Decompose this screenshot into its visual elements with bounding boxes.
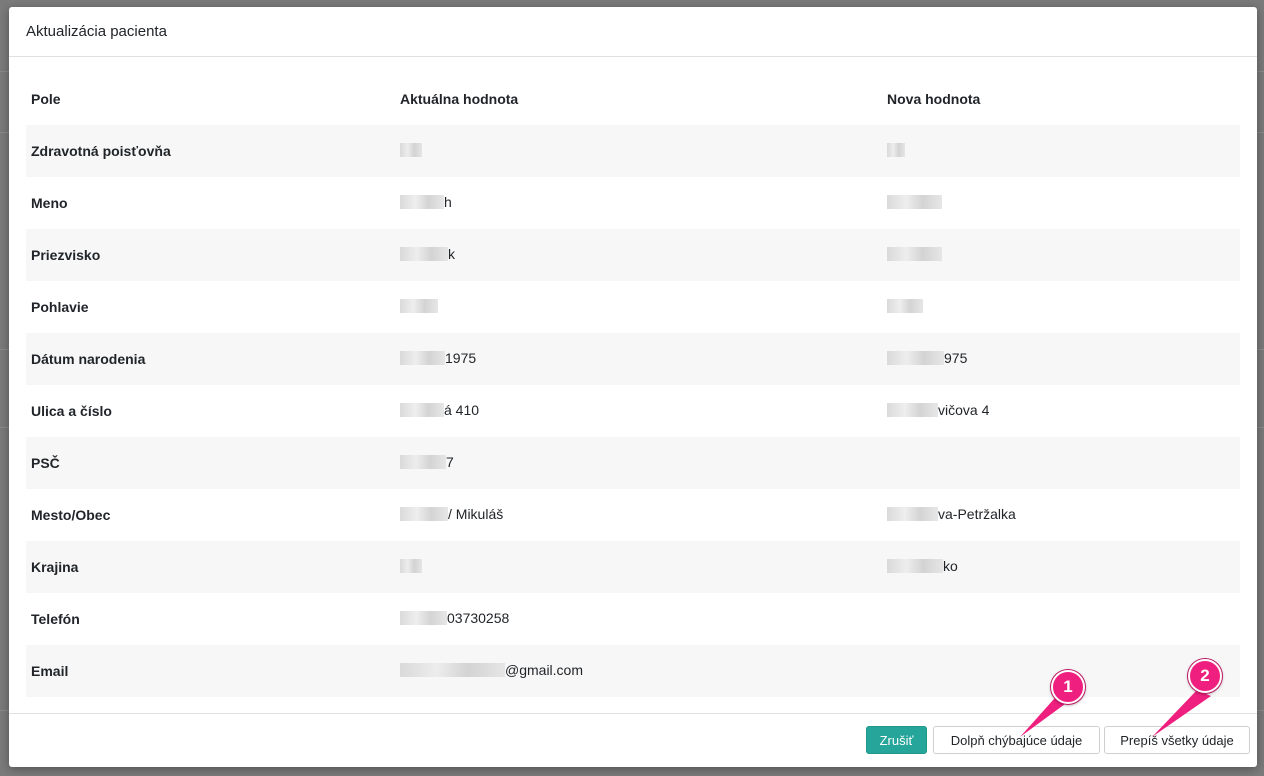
- overwrite-all-button[interactable]: Prepíš všetky údaje: [1104, 726, 1250, 754]
- table-row-country: Krajina ko: [26, 541, 1240, 593]
- redacted-value: [400, 142, 422, 157]
- callout-badge-1: 1: [1051, 670, 1085, 704]
- redacted-value: [400, 403, 444, 417]
- redacted-value: [887, 246, 942, 261]
- new-value-cell: [882, 437, 1240, 489]
- table-row-first-name: Meno h: [26, 177, 1240, 229]
- comparison-table-container: Pole Aktuálna hodnota Nova hodnota Zdrav…: [26, 73, 1240, 697]
- current-value-cell: 1975: [395, 333, 882, 385]
- field-label: PSČ: [26, 437, 395, 489]
- new-value: 975: [944, 350, 968, 366]
- current-value: h: [444, 194, 452, 210]
- redacted-value: [400, 195, 444, 209]
- redacted-value: [887, 351, 944, 365]
- dialog-footer: Zrušiť Dolpň chýbajúce údaje Prepíš všet…: [9, 713, 1257, 767]
- current-value: 1975: [445, 350, 477, 366]
- callout-badge-2: 2: [1188, 659, 1222, 693]
- redacted-value: [400, 611, 447, 625]
- redacted-value: [400, 558, 422, 573]
- redacted-value: [887, 298, 923, 313]
- field-label: Pohlavie: [31, 299, 89, 315]
- current-value-cell: [395, 281, 882, 333]
- redacted-value: [887, 403, 938, 417]
- redacted-value: [887, 507, 938, 521]
- field-label: Krajina: [26, 541, 395, 593]
- current-value-cell: 7: [395, 437, 882, 489]
- current-value: / Mikuláš: [448, 506, 504, 522]
- redacted-value: [887, 559, 943, 573]
- redacted-value: [887, 194, 942, 209]
- redacted-value: [400, 298, 438, 313]
- redacted-value: [400, 247, 448, 261]
- cancel-button[interactable]: Zrušiť: [866, 726, 927, 754]
- current-value: @gmail.com: [505, 662, 584, 678]
- new-value-cell: 975: [882, 333, 1240, 385]
- new-value-cell: [882, 177, 1240, 229]
- table-row-street: Ulica a číslo á 410 vičova 4: [26, 385, 1240, 437]
- redacted-value: [400, 351, 445, 365]
- current-value: 7: [446, 454, 454, 470]
- current-value-cell: á 410: [395, 385, 882, 437]
- column-header-new-value: Nova hodnota: [887, 91, 981, 107]
- new-value: va-Petržalka: [938, 506, 1016, 522]
- field-label: Email: [26, 645, 395, 697]
- redacted-value: [887, 142, 905, 157]
- field-label: Priezvisko: [26, 229, 395, 281]
- table-row-zip: PSČ 7: [26, 437, 1240, 489]
- field-label: Meno: [31, 195, 68, 211]
- new-value-cell: [882, 281, 1240, 333]
- current-value-cell: @gmail.com: [395, 645, 882, 697]
- current-value: 03730258: [447, 610, 510, 626]
- table-row-last-name: Priezvisko k: [26, 229, 1240, 281]
- table-row-insurance: Zdravotná poisťovňa: [26, 125, 1240, 177]
- table-row-birth-date: Dátum narodenia 1975 975: [26, 333, 1240, 385]
- new-value-cell: ko: [882, 541, 1240, 593]
- fill-missing-button[interactable]: Dolpň chýbajúce údaje: [933, 726, 1100, 754]
- current-value-cell: [395, 125, 882, 177]
- update-patient-dialog: Aktualizácia pacienta Pole Aktuálna hodn…: [9, 7, 1257, 767]
- dialog-header: Aktualizácia pacienta: [9, 7, 1257, 57]
- redacted-value: [400, 455, 446, 469]
- field-label: Telefón: [31, 611, 80, 627]
- field-label: Mesto/Obec: [31, 507, 111, 523]
- redacted-value: [400, 507, 448, 521]
- current-value: k: [448, 246, 455, 262]
- redacted-value: [400, 663, 505, 677]
- dialog-title: Aktualizácia pacienta: [26, 23, 167, 40]
- current-value: á 410: [444, 402, 480, 418]
- table-row-gender: Pohlavie: [26, 281, 1240, 333]
- current-value-cell: h: [395, 177, 882, 229]
- table-row-phone: Telefón 03730258: [26, 593, 1240, 645]
- new-value-cell: va-Petržalka: [882, 489, 1240, 541]
- column-header-current-value: Aktuálna hodnota: [400, 91, 519, 107]
- field-label: Zdravotná poisťovňa: [26, 125, 395, 177]
- current-value-cell: 03730258: [395, 593, 882, 645]
- new-value-cell: [882, 593, 1240, 645]
- current-value-cell: / Mikuláš: [395, 489, 882, 541]
- new-value-cell: [882, 125, 1240, 177]
- new-value: ko: [943, 558, 958, 574]
- new-value-cell: [882, 229, 1240, 281]
- column-header-field: Pole: [31, 91, 61, 107]
- comparison-table: Pole Aktuálna hodnota Nova hodnota Zdrav…: [26, 73, 1240, 697]
- table-row-city: Mesto/Obec / Mikuláš va-Petržalka: [26, 489, 1240, 541]
- current-value-cell: k: [395, 229, 882, 281]
- current-value-cell: [395, 541, 882, 593]
- field-label: Dátum narodenia: [26, 333, 395, 385]
- new-value: vičova 4: [938, 402, 990, 418]
- table-header-row: Pole Aktuálna hodnota Nova hodnota: [26, 73, 1240, 125]
- field-label: Ulica a číslo: [31, 403, 112, 419]
- new-value-cell: vičova 4: [882, 385, 1240, 437]
